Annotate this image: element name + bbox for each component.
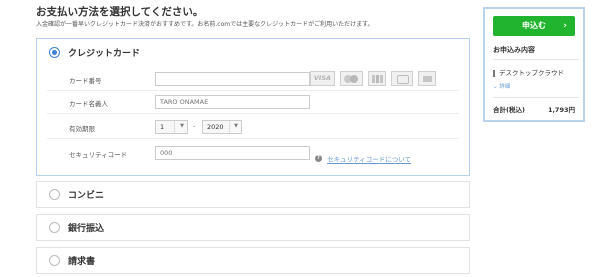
expiry-row: 有効期限 1 ▼ - 2020 ▼	[47, 117, 459, 139]
page-subtitle: 入金確認が一番早いクレジットカード決済がおすすめです。お名前.comでは主要なク…	[36, 21, 374, 28]
security-code-input[interactable]	[155, 146, 310, 160]
security-code-help[interactable]: ? セキュリティコードについて	[315, 148, 411, 167]
expiry-year-value: 2020	[207, 123, 224, 131]
credit-card-panel: クレジットカード カード番号 VISA カード名義人 有効期限 1 ▼ - 20…	[36, 38, 470, 176]
invoice-radio[interactable]	[49, 255, 60, 266]
summary-detail-link[interactable]: ⌄ 詳細	[493, 82, 510, 90]
card-number-row: カード番号 VISA	[47, 69, 459, 91]
expiry-separator: -	[193, 122, 196, 130]
card-name-input[interactable]	[155, 95, 310, 109]
card-number-input[interactable]	[155, 72, 310, 86]
jcb-logo-icon	[368, 71, 386, 86]
mastercard-logo-icon	[340, 71, 363, 86]
chevron-down-icon: ⌄	[493, 84, 498, 90]
chevron-right-icon: ›	[563, 21, 567, 31]
divider	[493, 59, 579, 60]
expiry-label: 有効期限	[69, 125, 95, 133]
bank-transfer-label[interactable]: 銀行振込	[68, 221, 104, 234]
security-code-help-link[interactable]: セキュリティコードについて	[327, 156, 411, 164]
credit-card-label[interactable]: クレジットカード	[68, 46, 140, 59]
diners-logo-icon	[418, 71, 436, 86]
chevron-down-icon: ▼	[180, 123, 184, 129]
summary-item-label: デスクトップクラウド	[499, 69, 564, 77]
visa-logo-icon: VISA	[310, 71, 335, 86]
credit-card-radio[interactable]	[49, 47, 60, 58]
chevron-down-icon: ▼	[234, 123, 238, 129]
expiry-month-value: 1	[160, 123, 165, 131]
expiry-month-select[interactable]: 1 ▼	[155, 120, 188, 134]
convenience-label[interactable]: コンビニ	[68, 188, 104, 201]
security-code-label: セキュリティコード	[69, 151, 128, 159]
total-label: 合計(税込)	[493, 106, 525, 114]
page-title: お支払い方法を選択してください。	[36, 6, 204, 18]
amex-logo-icon	[391, 71, 413, 86]
expiry-year-select[interactable]: 2020 ▼	[202, 120, 242, 134]
card-name-row: カード名義人	[47, 92, 459, 114]
option-bank-transfer[interactable]: 銀行振込	[36, 214, 470, 241]
divider	[493, 97, 579, 98]
apply-button-label: 申込む	[522, 21, 546, 30]
summary-title: お申込み内容	[493, 46, 535, 54]
total-value: 1,793円	[547, 106, 575, 114]
security-code-row: セキュリティコード ? セキュリティコードについて	[47, 143, 459, 165]
convenience-radio[interactable]	[49, 189, 60, 200]
bank-transfer-radio[interactable]	[49, 222, 60, 233]
option-invoice[interactable]: 請求書	[36, 247, 470, 274]
apply-button[interactable]: 申込む ›	[493, 16, 575, 36]
card-name-label: カード名義人	[69, 100, 108, 108]
card-number-label: カード番号	[69, 77, 102, 85]
option-convenience[interactable]: コンビニ	[36, 181, 470, 208]
summary-item: デスクトップクラウド	[493, 67, 564, 77]
order-summary-sidebar: 申込む › お申込み内容 デスクトップクラウド ⌄ 詳細 合計(税込) 1,79…	[483, 7, 585, 122]
invoice-label[interactable]: 請求書	[68, 254, 95, 267]
question-icon: ?	[315, 155, 322, 162]
